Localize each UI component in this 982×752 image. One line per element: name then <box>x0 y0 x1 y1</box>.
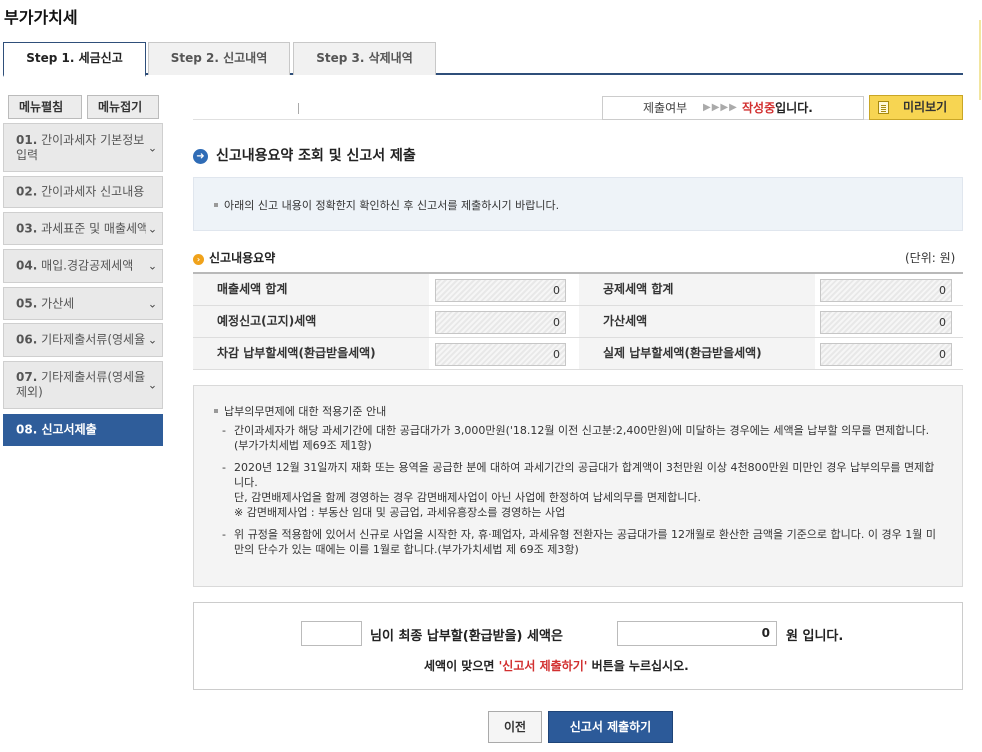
deduction-total-label: 공제세액 합계 <box>579 274 815 305</box>
section-title: ➜ 신고내용요약 조회 및 신고서 제출 <box>193 145 416 165</box>
sales-tax-total-label: 매출세액 합계 <box>193 274 429 305</box>
chevron-down-icon: ⌄ <box>147 259 158 273</box>
tab-step2[interactable]: Step 2. 신고내역 <box>148 42 290 75</box>
preview-button[interactable]: 미리보기 <box>869 95 963 120</box>
menu-expand-button[interactable]: 메뉴펼침 <box>8 95 82 119</box>
taxpayer-name-field[interactable] <box>301 621 362 646</box>
preliminary-tax-label: 예정신고(고지)세액 <box>193 306 429 337</box>
prev-button[interactable]: 이전 <box>488 711 542 743</box>
actual-payable-value: 0 <box>820 343 952 366</box>
notice-text: 아래의 신고 내용이 정확한지 확인하신 후 신고서를 제출하시기 바랍니다. <box>224 199 560 212</box>
status-value: 작성중입니다. <box>742 101 813 115</box>
sidebar-item-label: 04. 매입.경감공제세액 <box>16 258 134 273</box>
exemption-rules-box: 납부의무면제에 대한 적용기준 안내 간이과세자가 해당 과세기간에 대한 공급… <box>193 385 963 587</box>
summary-title: › 신고내용요약 <box>193 249 275 266</box>
menu-collapse-button[interactable]: 메뉴접기 <box>87 95 159 119</box>
decorative-divider <box>979 20 981 100</box>
sidebar-item-other-docs-zero[interactable]: 06. 기타제출서류(영세율 ⌄ <box>3 323 163 357</box>
sidebar-item-basic-info[interactable]: 01. 간이과세자 기본정보 입력 ⌄ <box>3 123 163 172</box>
sidebar-item-other-docs-excl[interactable]: 07. 기타제출서류(영세율 제외) ⌄ <box>3 361 163 409</box>
chevron-down-icon: ⌄ <box>147 378 158 392</box>
arrow-right-icon: ▶▶▶▶ <box>703 102 738 113</box>
bullet-icon <box>214 203 218 207</box>
preliminary-tax-value: 0 <box>435 311 566 334</box>
net-payable-label: 차감 납부할세액(환급받을세액) <box>193 338 429 369</box>
rule-item: 위 규정을 적용함에 있어서 신규로 사업을 시작한 자, 휴·폐업자, 과세유… <box>222 527 942 557</box>
rule-item: 2020년 12월 31일까지 재화 또는 용역을 공급한 분에 대하여 과세기… <box>222 460 942 520</box>
preview-button-label: 미리보기 <box>903 100 948 114</box>
sales-tax-total-value: 0 <box>435 279 566 302</box>
document-icon <box>878 101 889 114</box>
sidebar-item-submit[interactable]: 08. 신고서제출 <box>3 414 163 446</box>
toolbar-tick <box>298 103 299 114</box>
summary-table: 매출세액 합계 0 공제세액 합계 0 예정신고(고지)세액 0 가산세액 0 … <box>193 272 963 370</box>
sidebar-item-label: 03. 과세표준 및 매출세액 <box>16 221 146 235</box>
chevron-down-icon: ⌄ <box>147 222 158 235</box>
table-row: 예정신고(고지)세액 0 가산세액 0 <box>193 306 963 338</box>
actual-payable-label: 실제 납부할세액(환급받을세액) <box>579 338 815 369</box>
final-amount-field[interactable]: 0 <box>617 621 777 646</box>
unit-label: (단위: 원) <box>905 251 956 265</box>
arrow-circle-icon: ➜ <box>193 149 208 164</box>
table-row: 매출세액 합계 0 공제세액 합계 0 <box>193 274 963 306</box>
chevron-down-icon: ⌄ <box>147 333 158 347</box>
net-payable-value: 0 <box>435 343 566 366</box>
sidebar-item-label: 02. 간이과세자 신고내용 <box>16 184 145 199</box>
sidebar-item-report-content[interactable]: 02. 간이과세자 신고내용 <box>3 176 163 208</box>
submit-report-button[interactable]: 신고서 제출하기 <box>548 711 673 743</box>
page-title: 부가가치세 <box>4 8 78 27</box>
sidebar-item-tax-base[interactable]: 03. 과세표준 및 매출세액 ⌄ <box>3 212 163 245</box>
final-amount-text: 님이 최종 납부할(환급받을) 세액은 <box>370 629 563 644</box>
rule-item: 간이과세자가 해당 과세기간에 대한 공급대가가 3,000만원('18.12월… <box>222 423 942 453</box>
sidebar-item-label: 05. 가산세 <box>16 296 75 310</box>
penalty-tax-label: 가산세액 <box>579 306 815 337</box>
tab-step3[interactable]: Step 3. 삭제내역 <box>293 42 436 75</box>
sidebar-item-label: 08. 신고서제출 <box>16 422 97 437</box>
notice-box: 아래의 신고 내용이 정확한지 확인하신 후 신고서를 제출하시기 바랍니다. <box>193 177 963 231</box>
deduction-total-value: 0 <box>820 279 952 302</box>
sidebar-item-label: 07. 기타제출서류(영세율 제외) <box>16 370 146 399</box>
sidebar-item-label: 06. 기타제출서류(영세율 <box>16 332 146 347</box>
submission-status: 제출여부 ▶▶▶▶ 작성중입니다. <box>602 96 864 120</box>
rules-heading: 납부의무면제에 대한 적용기준 안내 <box>214 404 962 419</box>
sidebar-item-label: 01. 간이과세자 기본정보 입력 <box>16 132 145 162</box>
bullet-icon <box>214 409 218 413</box>
chevron-down-icon: ⌄ <box>147 297 158 310</box>
chevron-down-icon: ⌄ <box>147 141 158 154</box>
status-label: 제출여부 <box>643 101 688 115</box>
sidebar-item-penalty[interactable]: 05. 가산세 ⌄ <box>3 287 163 320</box>
step-tabs: Step 1. 세금신고 Step 2. 신고내역 Step 3. 삭제내역 <box>3 42 963 77</box>
final-amount-box: 님이 최종 납부할(환급받을) 세액은 0 원 입니다. 세액이 맞으면 '신고… <box>193 602 963 690</box>
sidebar-item-deduction[interactable]: 04. 매입.경감공제세액 ⌄ <box>3 249 163 283</box>
final-amount-unit: 원 입니다. <box>786 629 844 644</box>
chevron-right-circle-icon: › <box>193 254 204 265</box>
penalty-tax-value: 0 <box>820 311 952 334</box>
submit-hint: 세액이 맞으면 '신고서 제출하기' 버튼을 누르십시오. <box>424 659 689 673</box>
tab-step1[interactable]: Step 1. 세금신고 <box>3 42 146 77</box>
table-row: 차감 납부할세액(환급받을세액) 0 실제 납부할세액(환급받을세액) 0 <box>193 338 963 370</box>
